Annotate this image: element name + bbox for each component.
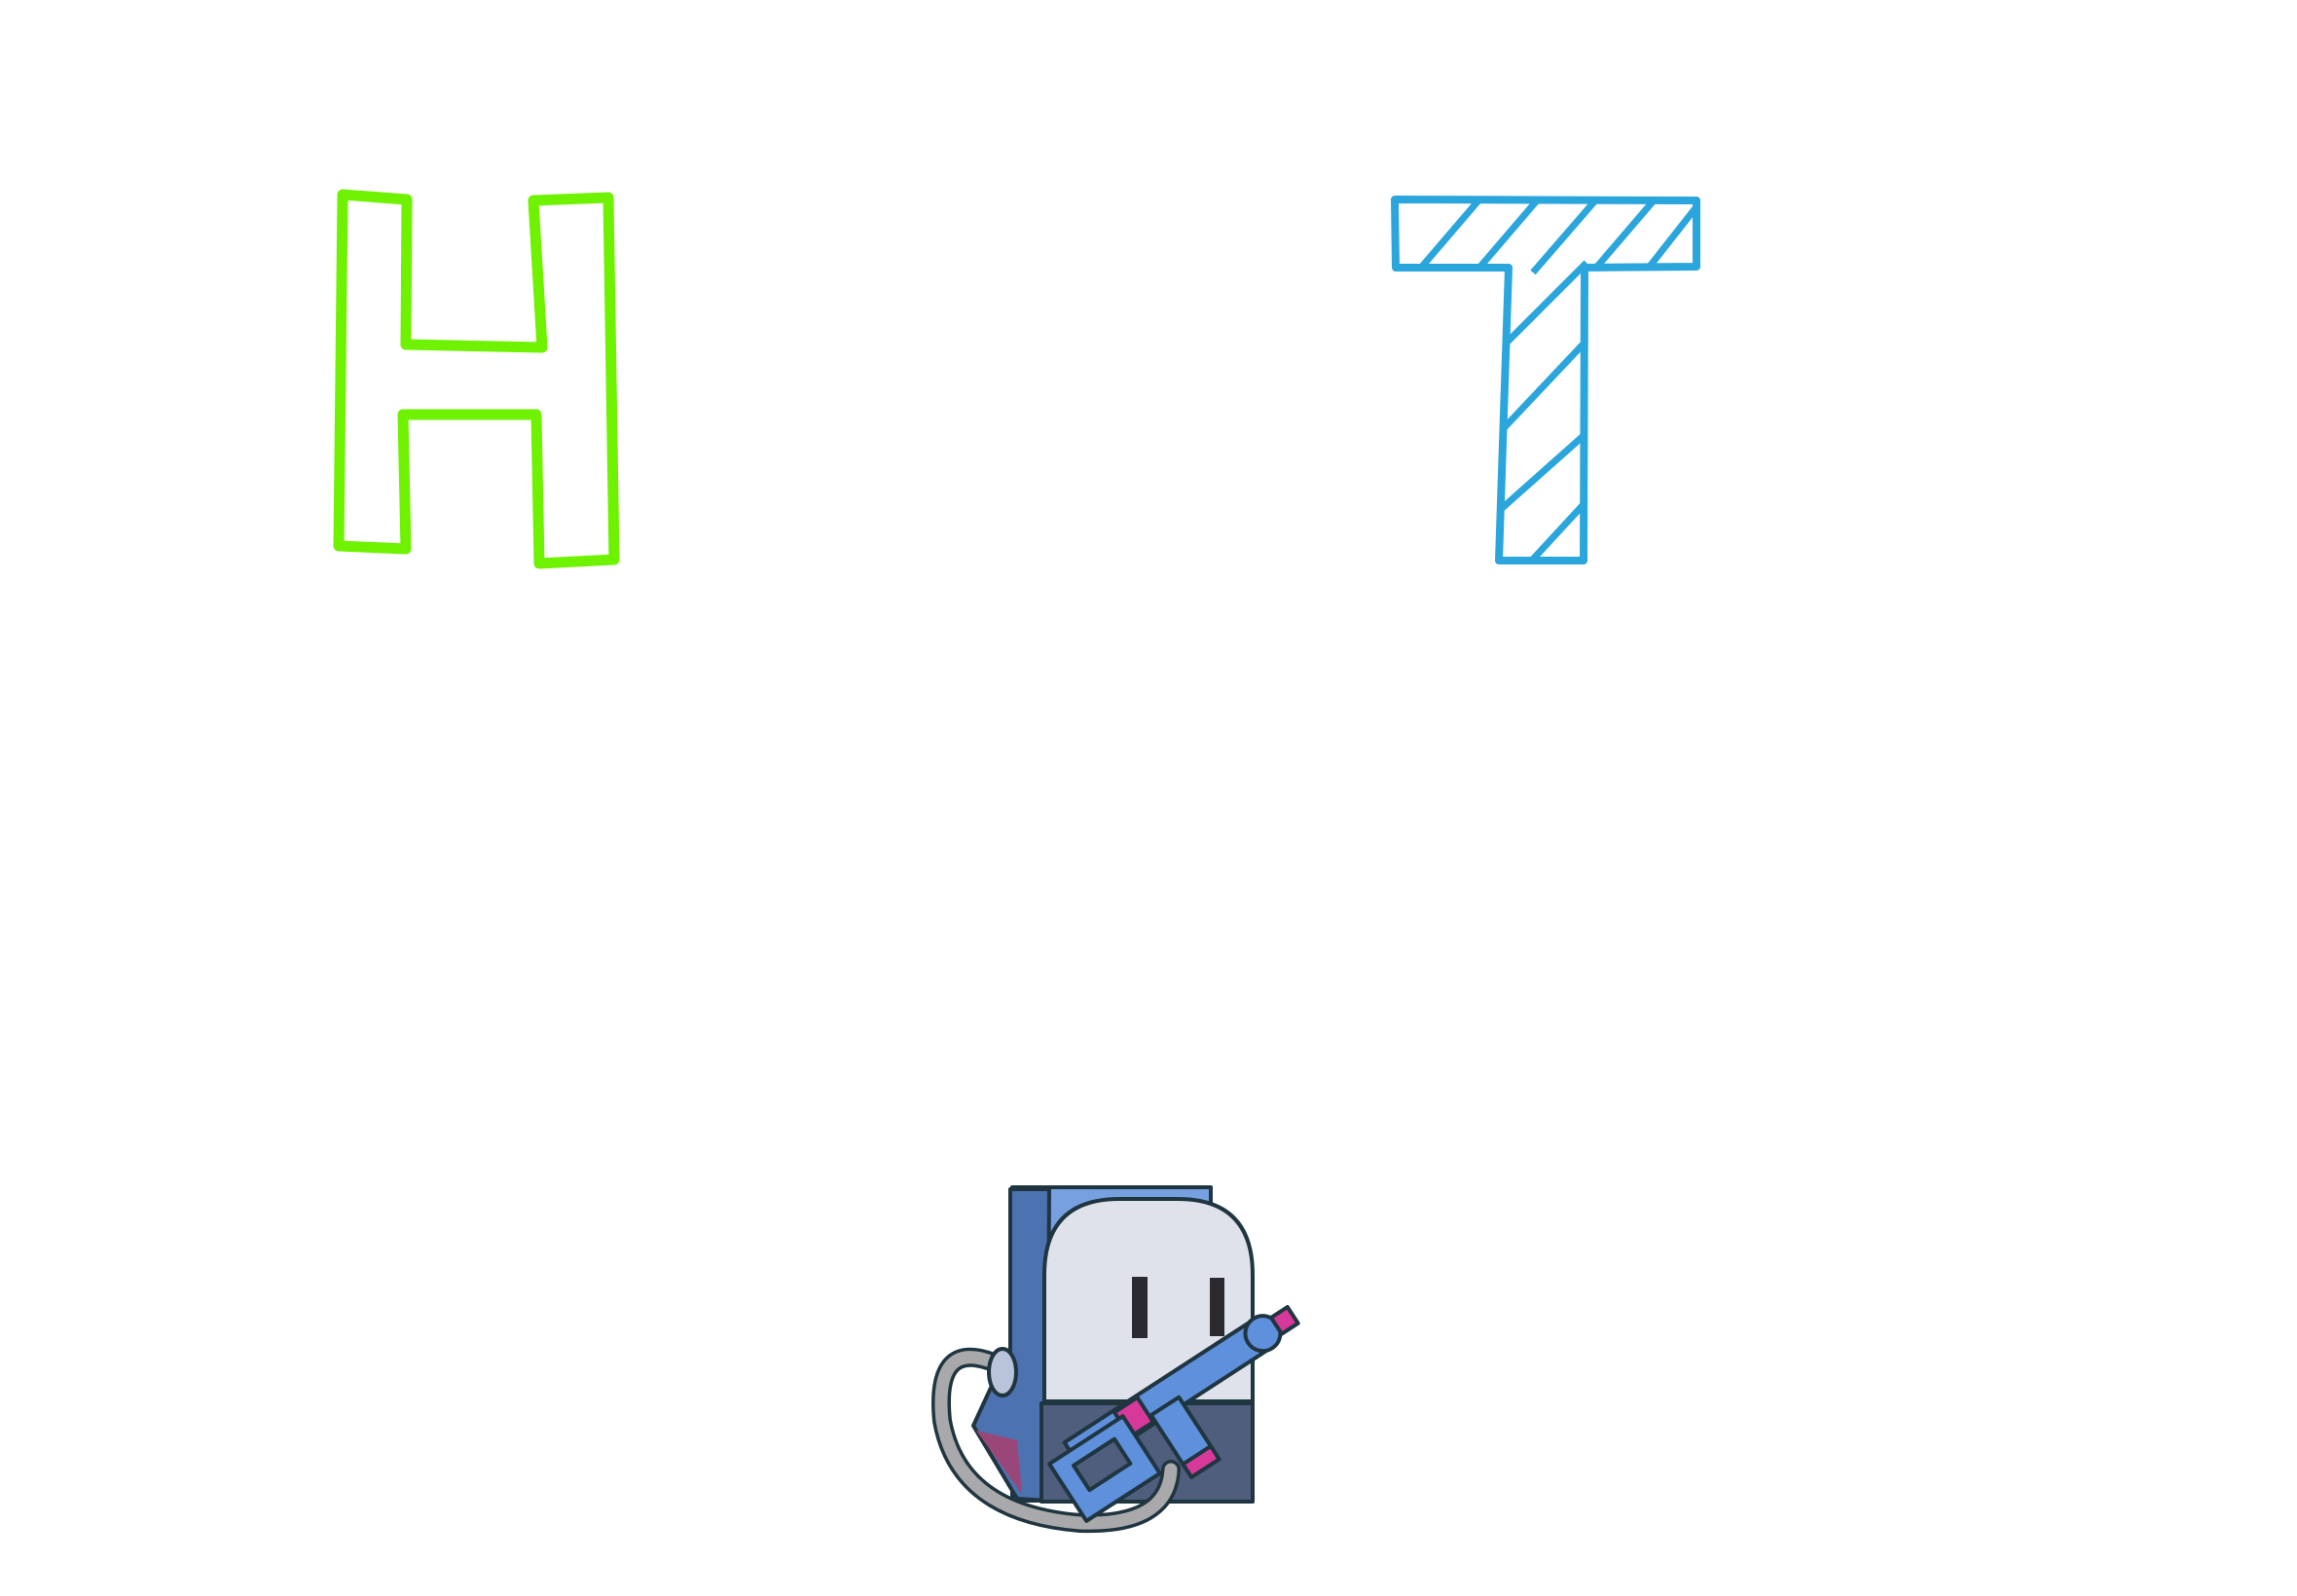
scene [333, 189, 1700, 1539]
right-eye [1210, 1278, 1224, 1336]
t-hatching [1418, 200, 1696, 561]
letter-h[interactable] [333, 189, 620, 569]
left-eye [1132, 1277, 1148, 1338]
game-canvas [0, 0, 2297, 1596]
hose-nozzle [987, 1347, 1018, 1397]
letter-t[interactable] [1391, 196, 1700, 564]
robot-mascot[interactable] [931, 1185, 1336, 1539]
